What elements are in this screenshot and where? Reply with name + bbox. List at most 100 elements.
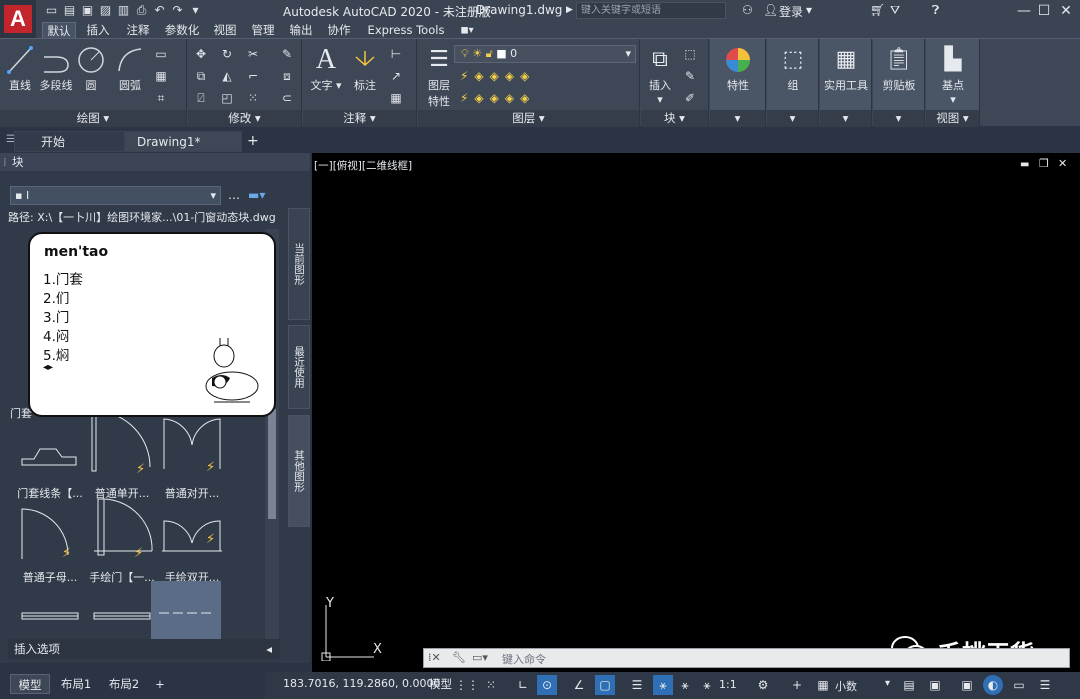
command-line[interactable]: ⁞✕ 🔧︎ ▭▾ 键入命令 bbox=[423, 648, 1070, 668]
browse-icon[interactable]: … bbox=[228, 188, 240, 202]
minimize-button[interactable]: — bbox=[1014, 1, 1034, 21]
isodraft-icon[interactable]: ∠ bbox=[569, 675, 589, 695]
tab-collaborate[interactable]: 协作 bbox=[322, 22, 356, 39]
ribbon-options-icon[interactable]: ◼▾ bbox=[456, 22, 478, 39]
quick-properties-icon[interactable]: ▤ bbox=[899, 675, 919, 695]
close-button[interactable]: ✕ bbox=[1056, 1, 1076, 21]
performance-icon[interactable]: ▭ bbox=[1009, 675, 1029, 695]
command-input[interactable]: 键入命令 bbox=[502, 651, 546, 667]
view-mode-icon[interactable]: ▬▾ bbox=[248, 188, 265, 202]
grip-icon[interactable]: ⁞ bbox=[3, 153, 7, 171]
fillet-icon[interactable]: ⌐ bbox=[246, 69, 260, 83]
model-space-button[interactable]: 模型 bbox=[429, 676, 452, 692]
group-button[interactable]: ⬚ 组 bbox=[771, 45, 815, 93]
basepoint-button[interactable]: ▙ 基点 ▾ bbox=[926, 45, 980, 106]
web-icon[interactable]: ▥ bbox=[116, 3, 131, 18]
undo-icon[interactable]: ↶ bbox=[152, 3, 167, 18]
properties-button[interactable]: 特性 bbox=[716, 45, 760, 93]
offset-icon[interactable]: ⊂ bbox=[280, 91, 294, 105]
polar-icon[interactable]: ⊙ bbox=[537, 675, 557, 695]
viewport-controls[interactable]: [一][俯视][二维线框] bbox=[314, 158, 412, 173]
side-tab-recent[interactable]: 最近使用 bbox=[288, 325, 310, 409]
ortho-icon[interactable]: ∟ bbox=[513, 675, 533, 695]
redo-icon[interactable]: ↷ bbox=[170, 3, 185, 18]
annotation-visibility-icon[interactable]: ⚹ bbox=[653, 675, 673, 695]
hatch-icon[interactable]: ▦ bbox=[154, 69, 168, 83]
copy-icon[interactable]: ⧉ bbox=[194, 69, 208, 83]
autoscale-icon[interactable]: ⚹ bbox=[675, 675, 695, 695]
ime-candidate[interactable]: 3.门 bbox=[43, 306, 69, 326]
maximize-button[interactable]: ☐ bbox=[1034, 1, 1054, 21]
tab-insert[interactable]: 插入 bbox=[80, 22, 116, 39]
block-filter-combo[interactable]: ▪ I ▾ bbox=[10, 186, 221, 205]
table-icon[interactable]: ▦ bbox=[389, 91, 403, 105]
trim-icon[interactable]: ✂ bbox=[246, 47, 260, 61]
line-button[interactable]: 直线 bbox=[4, 45, 36, 93]
tab-express-tools[interactable]: Express Tools bbox=[362, 22, 450, 39]
object-snap-icon[interactable]: ▢ bbox=[595, 675, 615, 695]
circle-button[interactable]: 圆 bbox=[76, 45, 106, 93]
draw-panel-title[interactable]: 绘图 ▾ bbox=[0, 110, 186, 127]
insert-options-header[interactable]: 插入选项 ◂ bbox=[8, 639, 280, 659]
insert-block-button[interactable]: ⧉ 插入 ▾ bbox=[643, 45, 677, 106]
tab-view[interactable]: 视图 bbox=[208, 22, 242, 39]
tab-default[interactable]: 默认 bbox=[42, 22, 76, 39]
tab-output[interactable]: 输出 bbox=[284, 22, 318, 39]
mirror-icon[interactable]: ◭ bbox=[220, 69, 234, 83]
scroll-thumb[interactable] bbox=[268, 409, 276, 519]
tab-layout2[interactable]: 布局2 bbox=[104, 674, 144, 694]
tab-annotate[interactable]: 注释 bbox=[120, 22, 156, 39]
snap-icon[interactable]: ⁙ bbox=[481, 675, 501, 695]
units-icon[interactable]: ▦ bbox=[813, 675, 833, 695]
modify-panel-title[interactable]: 修改 ▾ bbox=[188, 110, 301, 127]
side-tab-current-drawing[interactable]: 当前图形 bbox=[288, 208, 310, 320]
a360-icon[interactable]: ⛛ bbox=[890, 3, 900, 18]
block-thumb-hand-door[interactable]: ⚡ bbox=[90, 495, 156, 561]
block-panel-title[interactable]: 块 ▾ bbox=[641, 110, 708, 127]
layer-properties-button[interactable]: ☰ 图层 特性 bbox=[422, 45, 456, 109]
block-thumb-single-door[interactable]: ⚡ bbox=[90, 409, 156, 475]
array-icon[interactable]: ⁙ bbox=[246, 91, 260, 105]
explode-icon[interactable]: ⧈ bbox=[280, 69, 294, 83]
clean-screen-icon[interactable]: ◐ bbox=[983, 675, 1003, 695]
layers-panel-title[interactable]: 图层 ▾ bbox=[418, 110, 639, 127]
move-icon[interactable]: ✥ bbox=[194, 47, 208, 61]
rectangle-icon[interactable]: ▭ bbox=[154, 47, 168, 61]
boundary-icon[interactable]: ⌗ bbox=[154, 91, 168, 105]
tab-manage[interactable]: 管理 bbox=[246, 22, 280, 39]
clipboard-button[interactable]: 📋︎ 剪贴板 bbox=[873, 45, 925, 93]
search-input[interactable]: 键入关键字或短语 bbox=[576, 2, 726, 19]
arc-button[interactable]: 圆弧 bbox=[112, 45, 148, 93]
customization-icon[interactable]: ☰ bbox=[1035, 675, 1055, 695]
open-file-icon[interactable]: ▤ bbox=[62, 3, 77, 18]
save-icon[interactable]: ▣ bbox=[80, 3, 95, 18]
workspace-gear-icon[interactable]: ⚙ bbox=[753, 675, 773, 695]
save-as-icon[interactable]: ▨ bbox=[98, 3, 113, 18]
coordinates-readout[interactable]: 183.7016, 119.2860, 0.0000 bbox=[283, 677, 440, 690]
rotate-icon[interactable]: ↻ bbox=[220, 47, 234, 61]
user-icon[interactable]: 👤︎ bbox=[763, 3, 778, 17]
polyline-button[interactable]: 多段线 bbox=[38, 45, 74, 93]
dropdown-icon[interactable]: ▾ bbox=[806, 3, 812, 17]
annotation-scale-icon[interactable]: ⚹ bbox=[697, 675, 717, 695]
scale-dropdown[interactable]: 1:1 bbox=[719, 678, 737, 691]
groups-expand[interactable]: ▾ bbox=[767, 110, 818, 127]
block-thumb-mother-door[interactable]: ⚡ bbox=[18, 495, 84, 561]
text-button[interactable]: A 文字 ▾ bbox=[309, 45, 343, 93]
layer-dropdown[interactable]: 💡︎ ☀ 🔓︎ ■ 0 ▾ bbox=[454, 45, 636, 63]
app-menu-button[interactable]: A bbox=[0, 0, 36, 38]
new-tab-icon[interactable]: + bbox=[247, 133, 259, 149]
block-thumb-double-door[interactable]: ⚡ bbox=[160, 409, 226, 475]
leader-icon[interactable]: ↗ bbox=[389, 69, 403, 83]
utilities-button[interactable]: ▦ 实用工具 bbox=[820, 45, 872, 93]
erase-icon[interactable]: ✎ bbox=[280, 47, 294, 61]
utilities-expand[interactable]: ▾ bbox=[820, 110, 871, 127]
viewport-close-icon[interactable]: ✕ bbox=[1058, 157, 1067, 170]
block-thumb-door-trim[interactable] bbox=[18, 421, 84, 487]
ime-candidate[interactable]: 4.闷 bbox=[43, 325, 69, 345]
selected-block-highlight[interactable] bbox=[151, 581, 221, 639]
help-icon[interactable]: ❓︎ bbox=[932, 3, 939, 18]
ime-candidate[interactable]: 2.们 bbox=[43, 287, 69, 307]
drawing-canvas[interactable]: [一][俯视][二维线框] ▬ ❐ ✕ Y X bbox=[312, 153, 1080, 672]
side-tab-other-drawings[interactable]: 其他图形 bbox=[288, 415, 310, 527]
